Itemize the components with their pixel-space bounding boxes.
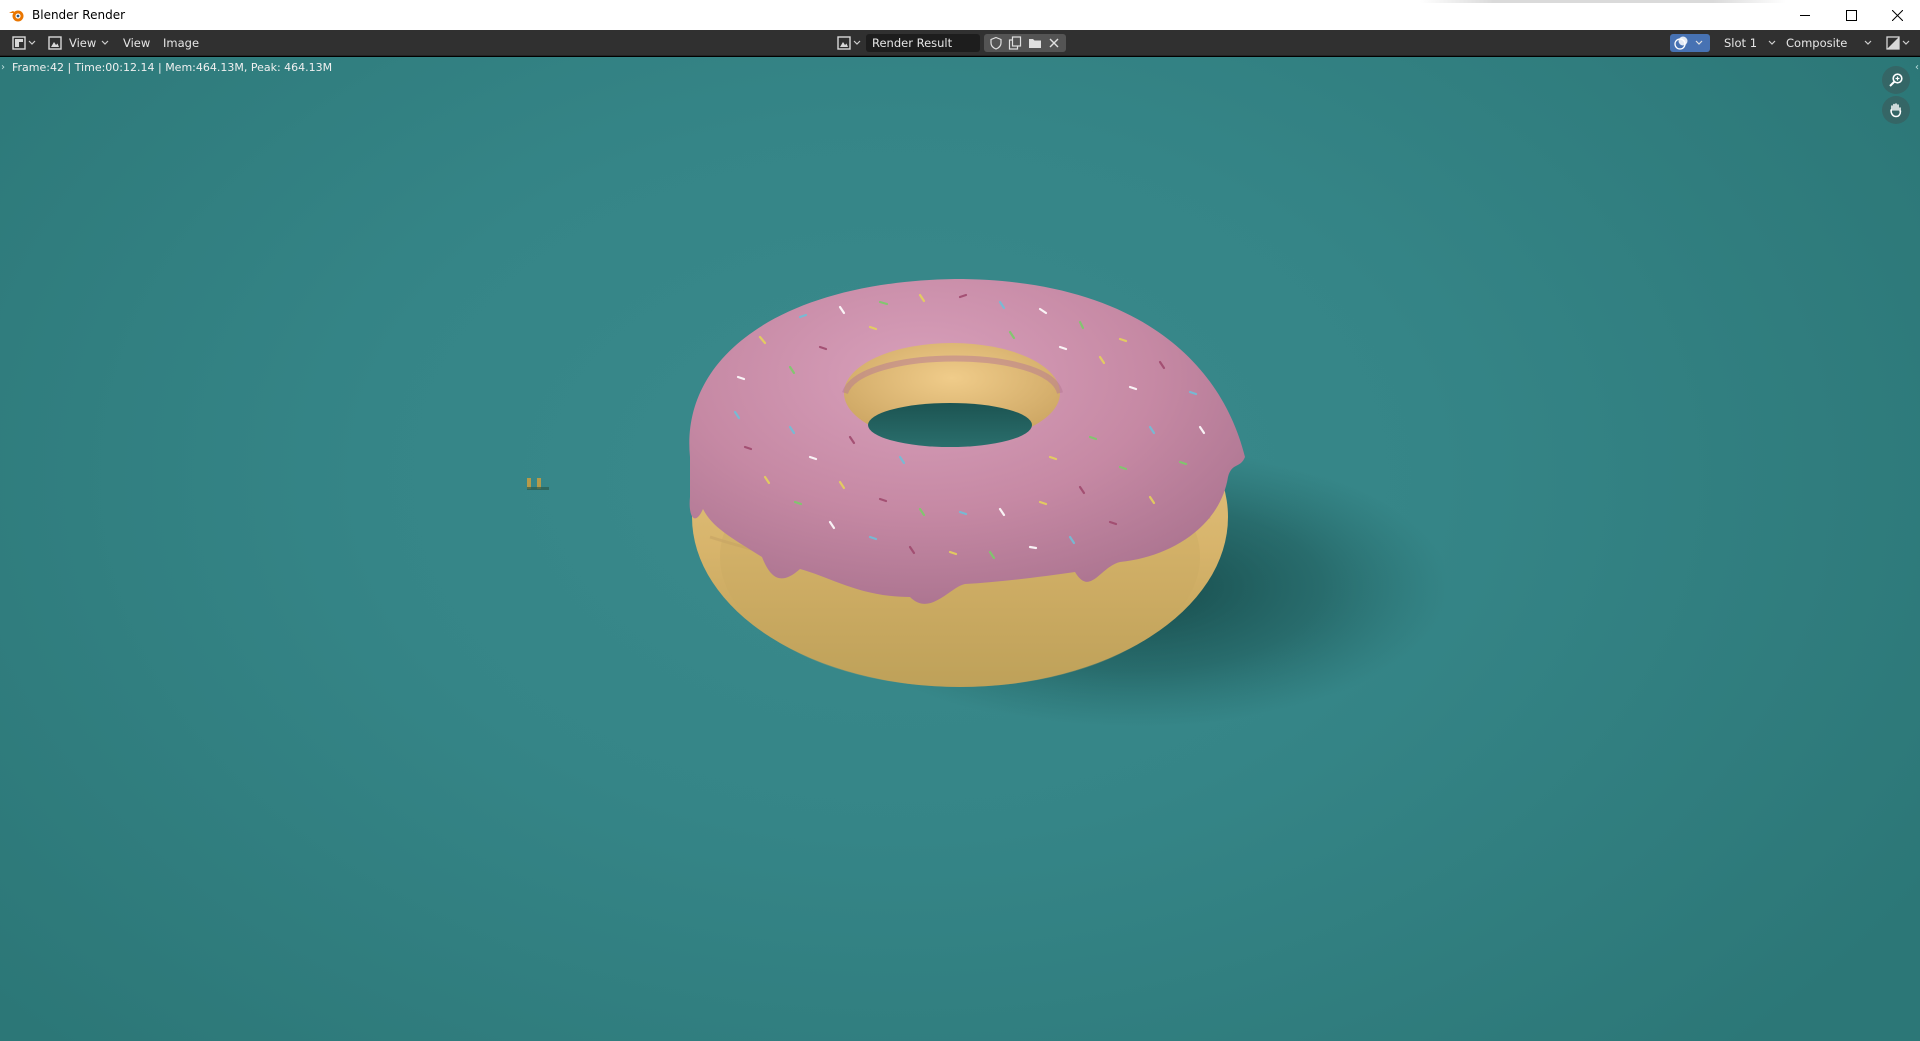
overlay-icon (1674, 36, 1688, 50)
sidebar-expand-right-icon[interactable]: ‹ (1915, 62, 1919, 73)
new-image-icon (1008, 36, 1022, 50)
chevron-down-icon (1695, 40, 1703, 45)
unlink-image-button[interactable] (1048, 30, 1060, 56)
editor-type-dropdown[interactable] (12, 30, 36, 56)
chevron-down-icon (1768, 40, 1776, 45)
browse-image-icon (837, 36, 851, 50)
render-stats: Frame:42 | Time:00:12.14 | Mem:464.13M, … (12, 61, 333, 74)
maximize-button[interactable] (1828, 0, 1874, 30)
sidebar-expand-left-icon[interactable]: › (1, 62, 5, 73)
fake-user-icon (990, 36, 1002, 50)
chevron-down-icon (28, 40, 36, 45)
zoom-icon (1889, 73, 1903, 87)
chevron-down-icon (1902, 40, 1910, 45)
chevron-down-icon (101, 40, 109, 45)
blender-logo-icon (8, 6, 26, 24)
title-bar: Blender Render (0, 0, 1920, 30)
chevron-down-icon (1864, 40, 1872, 45)
slot-dropdown[interactable]: Slot 1 (1718, 34, 1780, 52)
open-image-button[interactable] (1028, 30, 1043, 56)
chevron-down-icon (853, 40, 861, 45)
close-icon (1049, 38, 1059, 48)
view-mode-dropdown[interactable]: View (48, 30, 109, 56)
view-mode-label: View (69, 36, 97, 50)
pan-icon (1890, 103, 1902, 118)
browse-image-button[interactable] (837, 30, 861, 56)
image-name-field[interactable]: Render Result (866, 34, 980, 52)
image-editor-header: View View Image Render Result Slot 1 Com… (0, 30, 1920, 56)
minimize-icon (1800, 15, 1810, 16)
editor-type-icon (12, 36, 26, 50)
menu-image[interactable]: Image (163, 30, 199, 56)
maximize-icon (1845, 9, 1857, 21)
new-image-button[interactable] (1008, 30, 1022, 56)
overlay-toggle[interactable] (1673, 30, 1689, 56)
window-title: Blender Render (32, 8, 126, 22)
display-channels-dropdown[interactable] (1886, 30, 1910, 56)
image-mode-icon (48, 36, 62, 50)
render-pass-dropdown[interactable]: Composite (1780, 34, 1876, 52)
open-image-icon (1029, 39, 1041, 48)
close-window-button[interactable] (1874, 0, 1920, 30)
slot-label: Slot 1 (1724, 36, 1758, 50)
fake-user-button[interactable] (989, 30, 1003, 56)
pan-button[interactable] (1882, 96, 1910, 124)
render-pass-label: Composite (1786, 36, 1848, 50)
overlay-dropdown[interactable] (1695, 30, 1703, 56)
display-channels-icon (1886, 36, 1900, 50)
minimize-button[interactable] (1782, 0, 1828, 30)
zoom-button[interactable] (1882, 66, 1910, 94)
window-close-icon (1891, 9, 1903, 21)
image-viewport[interactable]: Frame:42 | Time:00:12.14 | Mem:464.13M, … (0, 57, 1920, 1041)
menu-view[interactable]: View (123, 30, 150, 56)
render-image (527, 279, 1450, 727)
